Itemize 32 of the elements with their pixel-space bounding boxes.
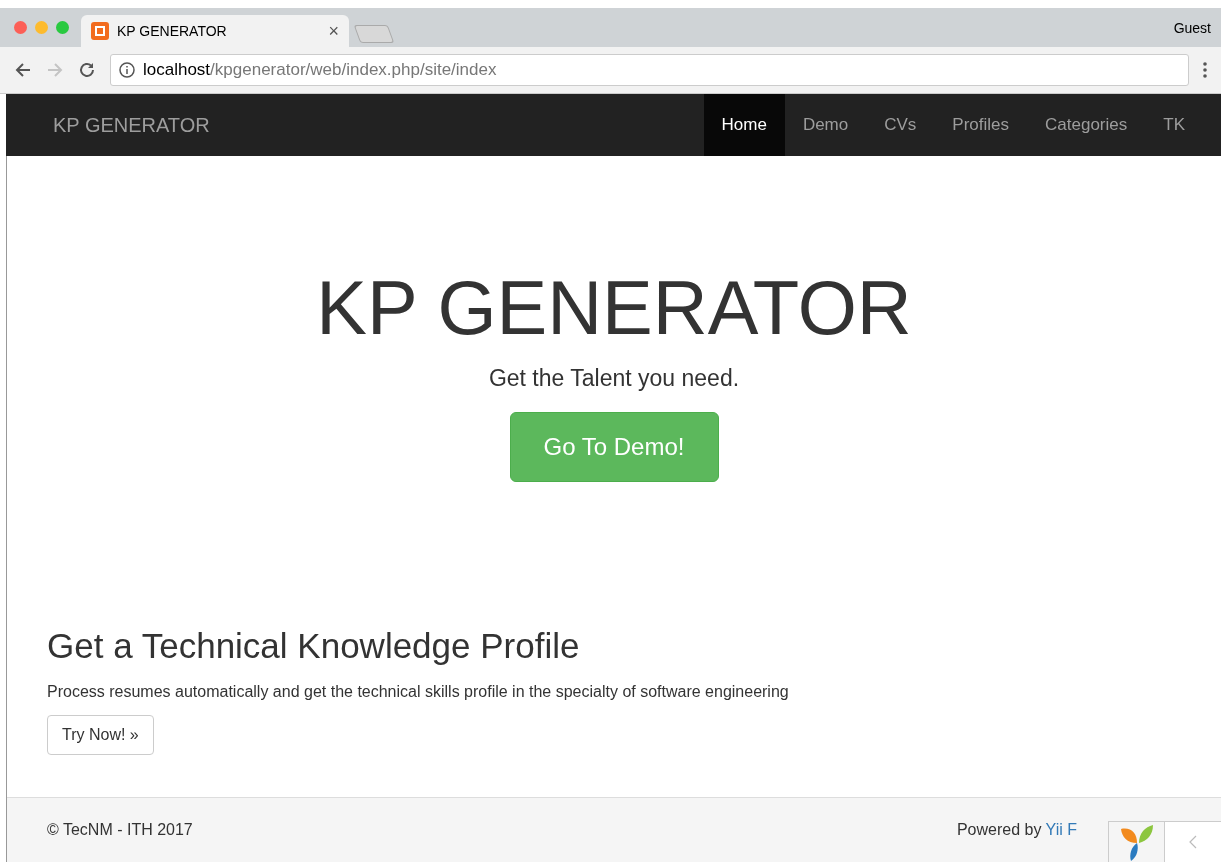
nav-link[interactable]: Demo [784,94,867,156]
hero-lead: Get the Talent you need. [488,364,740,393]
browser-tab[interactable]: KP GENERATOR × [81,15,349,47]
menu-icon[interactable] [1203,62,1207,78]
close-window-icon[interactable] [14,21,27,34]
reload-icon[interactable] [78,61,96,79]
nav-link[interactable]: TK [1145,94,1203,156]
back-icon[interactable] [14,61,32,79]
leaf-logo-icon[interactable] [1118,823,1155,861]
section-heading: Get a Technical Knowledge Profile [47,624,581,667]
app-logo-icon [91,22,109,40]
brand-link[interactable]: KP GENERATOR [53,110,704,140]
nav-link[interactable]: CVs [866,94,935,156]
nav-link[interactable]: Profiles [934,94,1028,156]
profile-name[interactable]: Guest [1173,18,1211,39]
framework-link[interactable]: Yii F [1045,821,1077,838]
nav-link[interactable]: Home [703,94,785,156]
hero-title: KP GENERATOR [316,264,912,352]
section-text: Process resumes automatically and get the technical skills profile in the specialty of software engineering [47,682,790,702]
address-field[interactable]: localhost/kpgenerator/web/index.php/site/index [110,54,1189,86]
maximize-window-icon[interactable] [56,21,69,34]
nav-link[interactable]: Categories [1027,94,1146,156]
new-tab-button[interactable] [353,25,395,43]
url-text: localhost/kpgenerator/web/index.php/site/index [143,59,497,82]
info-icon [119,62,135,78]
minimize-window-icon[interactable] [35,21,48,34]
tab-close-button[interactable]: × [328,17,339,45]
powered-by-text: Powered by Yii F [956,820,1077,840]
copyright-text: © TecNM - ITH 2017 [47,820,193,840]
forward-icon[interactable] [46,61,64,79]
tab-title: KP GENERATOR [117,21,228,41]
try-now-button[interactable]: Try Now! » [47,715,154,755]
